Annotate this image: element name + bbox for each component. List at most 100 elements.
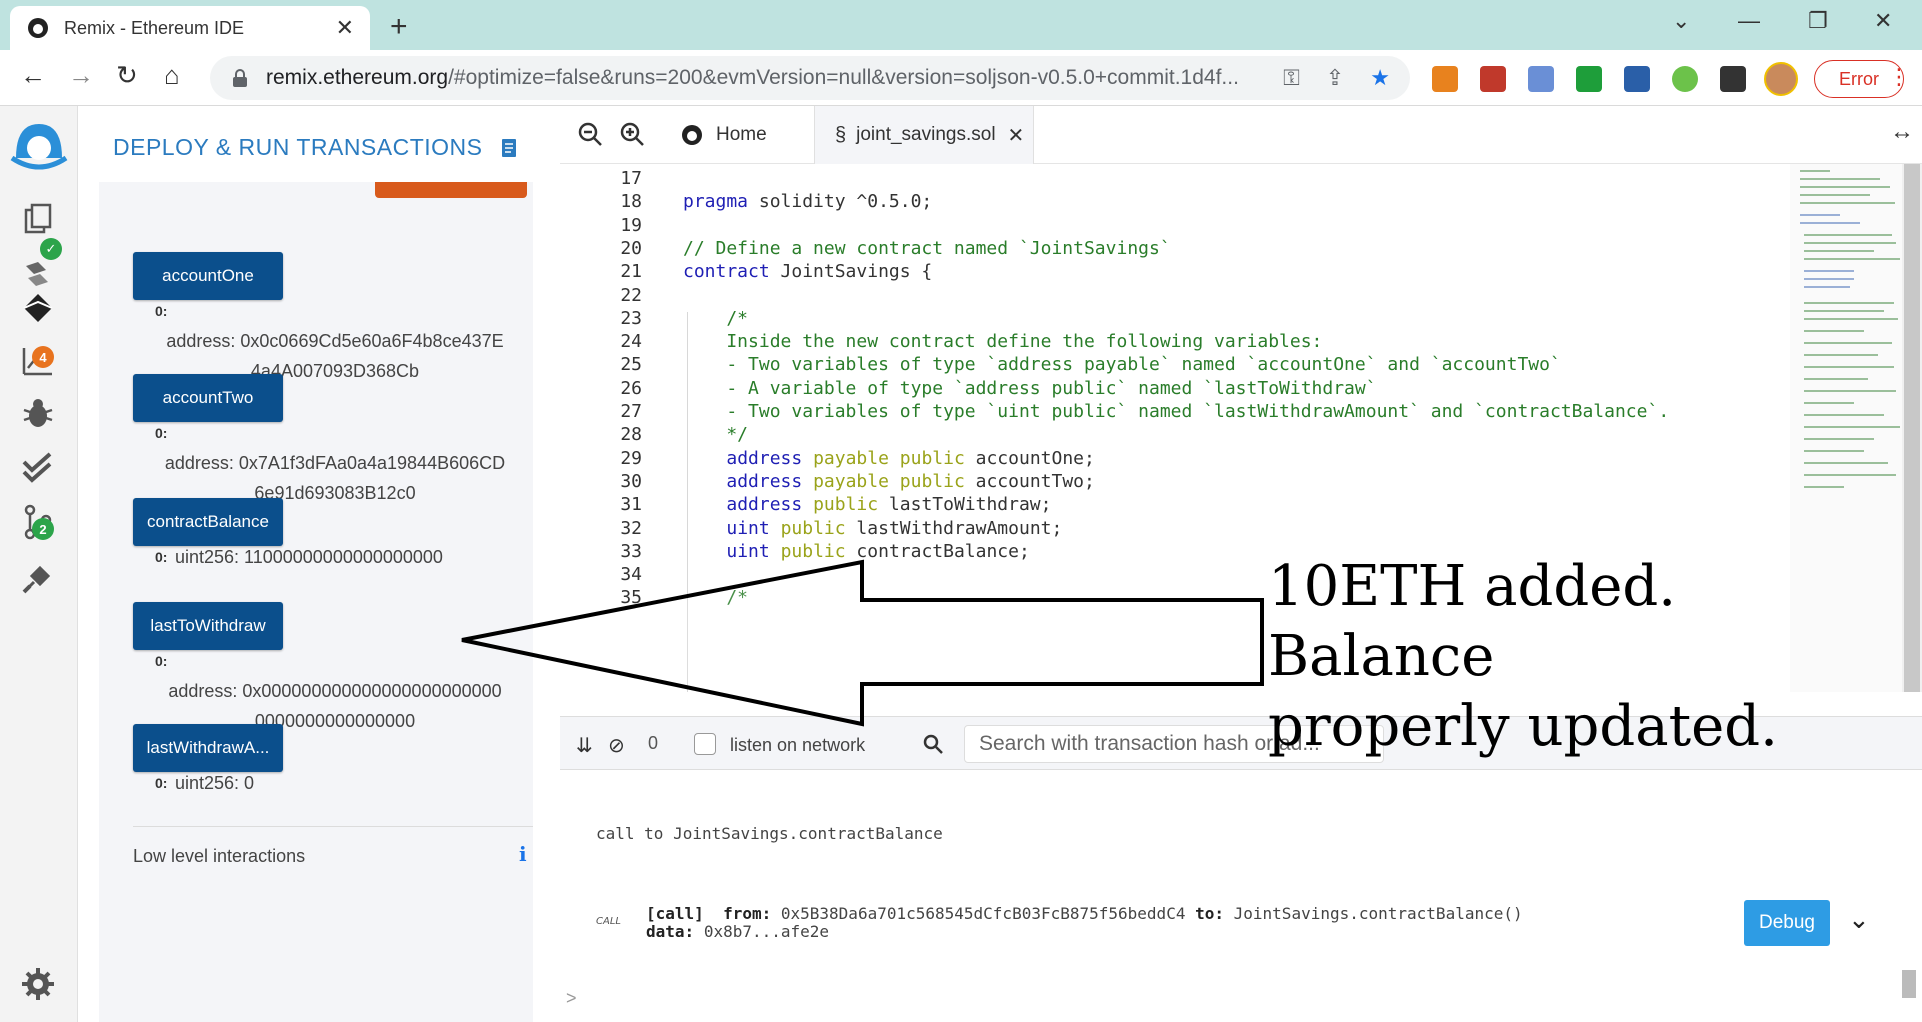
key-icon[interactable]: ⚿ xyxy=(1283,65,1300,91)
metamask-extension-icon[interactable] xyxy=(1432,66,1458,92)
grid-extension-icon[interactable] xyxy=(1528,66,1554,92)
tab-joint-savings[interactable]: § joint_savings.sol ✕ xyxy=(814,106,1034,164)
code-line: Inside the new contract define the follo… xyxy=(683,331,1323,353)
line-number: 23 xyxy=(620,307,642,329)
code-line: // Define a new contract named `JointSav… xyxy=(683,237,1171,259)
back-icon[interactable]: ← xyxy=(20,60,46,91)
info-icon[interactable]: i xyxy=(519,842,527,866)
fn-button-lastToWithdraw[interactable]: lastToWithdraw xyxy=(133,602,283,650)
transact-button-edge[interactable] xyxy=(375,182,527,198)
code-line: - Two variables of type `uint public` na… xyxy=(683,401,1670,422)
solidity-file-icon: § xyxy=(835,123,847,146)
lock-icon xyxy=(233,69,247,87)
upload-extension-icon[interactable] xyxy=(1624,66,1650,92)
file-explorer-icon[interactable] xyxy=(20,202,56,238)
expand-panel-icon[interactable]: ↔ xyxy=(1890,118,1914,146)
line-number: 31 xyxy=(620,494,642,516)
tab-close-icon[interactable]: ✕ xyxy=(336,15,354,41)
line-number: 27 xyxy=(620,401,642,422)
terminal-output: call to JointSavings.contractBalance CAL… xyxy=(560,770,1922,1022)
line-number: 30 xyxy=(620,470,642,492)
line-number: 32 xyxy=(620,517,642,539)
fn-button-accountTwo[interactable]: accountTwo xyxy=(133,374,283,422)
annotation-text: 10ETH added. Balance properly updated. xyxy=(1268,554,1778,759)
window-close-icon[interactable]: ✕ xyxy=(1874,8,1892,34)
return-value-lastWithdrawAmount: 0: uint256: 0 xyxy=(155,773,255,793)
compile-success-badge: ✓ xyxy=(40,238,62,260)
restore-icon[interactable]: ❐ xyxy=(1808,8,1828,34)
search-icon xyxy=(923,734,943,754)
settings-gear-icon[interactable] xyxy=(20,966,56,1002)
code-line: address payable public accountOne; xyxy=(726,447,1095,469)
tab-search-icon[interactable]: ⌄ xyxy=(1672,8,1690,34)
more-menu-icon[interactable]: ⋮ xyxy=(1888,64,1910,90)
terminal-scroll-thumb[interactable] xyxy=(1902,970,1916,998)
panel-title: DEPLOY & RUN TRANSACTIONS xyxy=(113,134,483,160)
return-value-accountTwo: 0:address: 0x7A1f3dFAa0a4a19844B606CD 6e9… xyxy=(155,425,506,503)
zoom-in-icon[interactable] xyxy=(618,120,646,148)
pending-tx-count: 0 xyxy=(648,733,659,753)
zoom-out-icon[interactable] xyxy=(576,120,604,148)
deploy-run-panel: DEPLOY & RUN TRANSACTIONS accountOne 0:a… xyxy=(79,106,559,1022)
code-line: contract JointSavings { xyxy=(683,261,933,283)
url-field[interactable]: remix.ethereum.org/#optimize=false&runs=… xyxy=(210,56,1410,100)
plugin-manager-icon[interactable] xyxy=(20,560,56,596)
code-line: pragma solidity ^0.5.0; xyxy=(683,191,933,213)
line-number: 22 xyxy=(620,284,642,306)
profile-avatar[interactable] xyxy=(1764,62,1798,96)
puzzle-extensions-icon[interactable] xyxy=(1720,66,1746,92)
tab-title: Remix - Ethereum IDE xyxy=(64,17,245,38)
deploy-run-icon[interactable] xyxy=(20,290,56,326)
tab-home[interactable]: Home xyxy=(664,106,814,164)
collapse-terminal-icon[interactable]: ⇊ xyxy=(576,733,593,758)
debug-button[interactable]: Debug xyxy=(1744,900,1830,946)
line-number: 29 xyxy=(620,447,642,469)
remix-favicon-icon xyxy=(28,18,48,38)
line-number: 25 xyxy=(620,354,642,376)
fn-button-contractBalance[interactable]: contractBalance xyxy=(133,498,283,546)
bookmark-star-icon[interactable]: ★ xyxy=(1370,65,1390,91)
line-number: 33 xyxy=(620,540,642,562)
browser-tab[interactable]: Remix - Ethereum IDE ✕ xyxy=(10,6,370,50)
browser-tabstrip: Remix - Ethereum IDE ✕ + ⌄ — ❐ ✕ xyxy=(0,0,1922,50)
line-number: 24 xyxy=(620,331,642,353)
fn-button-accountOne[interactable]: accountOne xyxy=(133,252,283,300)
fn-button-lastWithdrawAmount[interactable]: lastWithdrawA... xyxy=(133,724,283,772)
url-text: remix.ethereum.org/#optimize=false&runs=… xyxy=(266,66,1239,89)
minimize-icon[interactable]: — xyxy=(1738,8,1760,34)
home-icon[interactable]: ⌂ xyxy=(164,60,180,91)
call-data-line: data: 0x8b7...afe2e xyxy=(646,922,830,941)
return-value-lastToWithdraw: 0:address: 0x000000000000000000000000 000… xyxy=(155,653,502,731)
testing-check-icon[interactable] xyxy=(20,448,56,484)
checkmark-extension-icon[interactable] xyxy=(1576,66,1602,92)
line-number: 18 xyxy=(620,191,642,213)
code-line: */ xyxy=(683,424,749,446)
remix-icon-bar: ✓ 4 2 xyxy=(0,106,78,1022)
new-tab-icon[interactable]: + xyxy=(390,10,408,44)
line-number: 35 xyxy=(620,587,642,609)
forward-icon[interactable]: → xyxy=(68,60,94,91)
code-line: - Two variables of type `address payable… xyxy=(683,354,1561,376)
tab-joint-savings-label: joint_savings.sol xyxy=(856,124,996,145)
code-line: - A variable of type `address public` na… xyxy=(683,377,1377,399)
clear-terminal-icon[interactable]: ⊘ xyxy=(608,733,625,758)
listen-network-label: listen on network xyxy=(730,735,866,755)
listen-network-checkbox[interactable] xyxy=(694,733,716,755)
address-bar-row: ← → ↻ ⌂ remix.ethereum.org/#optimize=fal… xyxy=(0,50,1922,106)
tab-close-icon[interactable]: ✕ xyxy=(1008,123,1025,148)
expand-log-chevron-icon[interactable]: ⌄ xyxy=(1848,904,1870,935)
green-star-extension-icon[interactable] xyxy=(1672,66,1698,92)
line-number: 26 xyxy=(620,377,642,399)
return-value-accountOne: 0:address: 0x0c0669Cd5e60a6F4b8ce437E 4a4… xyxy=(155,303,504,381)
terminal-scrollbar[interactable] xyxy=(1896,770,1922,1022)
code-line: address public lastToWithdraw; xyxy=(726,494,1052,516)
line-number: 21 xyxy=(620,261,642,283)
remix-logo-icon[interactable] xyxy=(8,118,70,172)
terminal-prompt[interactable]: > xyxy=(566,988,577,1009)
reload-icon[interactable]: ↻ xyxy=(116,60,138,91)
debugger-bug-icon[interactable] xyxy=(20,396,56,432)
documentation-icon[interactable] xyxy=(501,138,517,158)
code-line: /* xyxy=(683,307,749,329)
share-icon[interactable]: ⇪ xyxy=(1326,65,1344,91)
megaphone-extension-icon[interactable] xyxy=(1480,66,1506,92)
